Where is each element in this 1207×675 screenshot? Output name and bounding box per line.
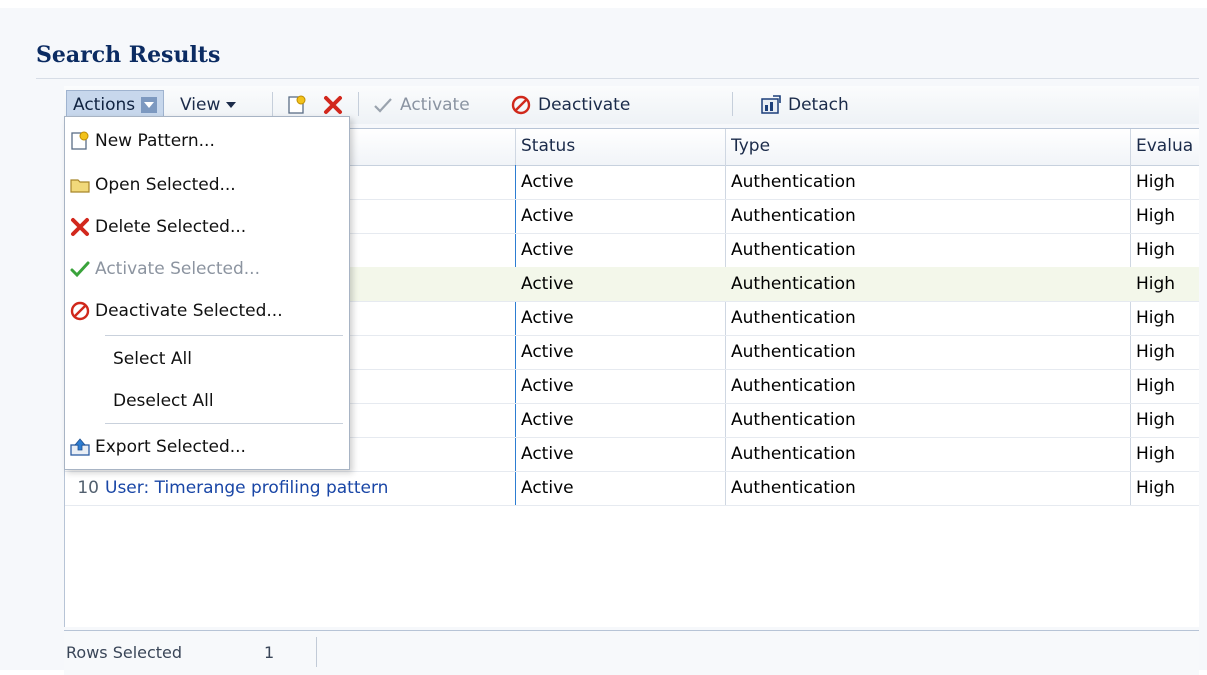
status-cell: Active bbox=[521, 410, 574, 430]
menu-item-new-pattern[interactable]: New Pattern... bbox=[69, 123, 345, 159]
evaluation-cell: High bbox=[1136, 274, 1176, 294]
delete-x-icon bbox=[69, 216, 91, 238]
menu-item-open-selected[interactable]: Open Selected... bbox=[69, 167, 345, 203]
pattern-name-link[interactable]: User: Timerange profiling pattern bbox=[105, 471, 513, 505]
toolbar-divider bbox=[358, 92, 359, 116]
type-cell: Authentication bbox=[731, 376, 856, 396]
column-divider bbox=[1130, 129, 1131, 165]
type-cell: Authentication bbox=[731, 478, 856, 498]
folder-icon bbox=[69, 174, 91, 196]
column-divider bbox=[725, 129, 726, 165]
new-document-icon bbox=[286, 94, 308, 116]
rows-selected-label: Rows Selected bbox=[66, 643, 183, 662]
activate-button[interactable]: Activate bbox=[372, 90, 470, 120]
menu-item-deactivate-selected[interactable]: Deactivate Selected... bbox=[69, 293, 345, 329]
actions-label: Actions bbox=[73, 95, 136, 115]
new-document-icon bbox=[69, 130, 91, 152]
title-divider bbox=[36, 78, 1199, 79]
menu-item-label: New Pattern... bbox=[95, 131, 215, 151]
chevron-down-icon bbox=[226, 102, 237, 108]
status-cell: Active bbox=[521, 274, 574, 294]
type-cell: Authentication bbox=[731, 240, 856, 260]
status-cell: Active bbox=[521, 308, 574, 328]
column-header-status[interactable]: Status bbox=[521, 129, 575, 163]
export-icon bbox=[69, 436, 91, 458]
actions-dropdown-menu: New Pattern... Open Selected... Delete S… bbox=[64, 116, 350, 470]
menu-item-label: Open Selected... bbox=[95, 175, 236, 195]
checkmark-icon bbox=[372, 94, 394, 116]
table-row[interactable]: 10 User: Timerange profiling pattern Act… bbox=[65, 471, 1199, 506]
no-entry-icon bbox=[69, 300, 91, 322]
status-cell: Active bbox=[521, 376, 574, 396]
detach-button[interactable]: Detach bbox=[760, 90, 849, 120]
menu-item-label: Delete Selected... bbox=[95, 217, 247, 237]
type-cell: Authentication bbox=[731, 444, 856, 464]
type-cell: Authentication bbox=[731, 206, 856, 226]
menu-item-label: Deselect All bbox=[113, 391, 214, 411]
evaluation-cell: High bbox=[1136, 308, 1176, 328]
deactivate-label: Deactivate bbox=[538, 95, 631, 115]
evaluation-cell: High bbox=[1136, 342, 1176, 362]
status-cell: Active bbox=[521, 240, 574, 260]
evaluation-cell: High bbox=[1136, 240, 1176, 260]
type-cell: Authentication bbox=[731, 342, 856, 362]
evaluation-cell: High bbox=[1136, 478, 1176, 498]
column-header-evaluation[interactable]: Evalua bbox=[1136, 129, 1193, 163]
menu-item-export-selected[interactable]: Export Selected... bbox=[69, 429, 345, 465]
evaluation-cell: High bbox=[1136, 206, 1176, 226]
rows-selected-count: 1 bbox=[264, 643, 275, 662]
evaluation-cell: High bbox=[1136, 376, 1176, 396]
menu-item-label: Deactivate Selected... bbox=[95, 301, 283, 321]
checkmark-icon bbox=[69, 258, 91, 280]
table-footer: Rows Selected 1 bbox=[64, 630, 1199, 675]
menu-divider bbox=[105, 423, 343, 424]
menu-item-label: Activate Selected... bbox=[95, 259, 260, 279]
status-cell: Active bbox=[521, 206, 574, 226]
deactivate-button[interactable]: Deactivate bbox=[510, 90, 630, 120]
view-label: View bbox=[180, 95, 221, 115]
menu-item-select-all[interactable]: Select All bbox=[69, 341, 345, 377]
menu-item-delete-selected[interactable]: Delete Selected... bbox=[69, 209, 345, 245]
type-cell: Authentication bbox=[731, 274, 856, 294]
menu-divider bbox=[105, 335, 343, 336]
evaluation-cell: High bbox=[1136, 172, 1176, 192]
status-cell: Active bbox=[521, 172, 574, 192]
detach-label: Detach bbox=[788, 95, 849, 115]
type-cell: Authentication bbox=[731, 308, 856, 328]
menu-item-activate-selected[interactable]: Activate Selected... bbox=[69, 251, 345, 287]
menu-item-deselect-all[interactable]: Deselect All bbox=[69, 383, 345, 419]
delete-x-icon bbox=[322, 94, 344, 116]
status-cell: Active bbox=[521, 342, 574, 362]
toolbar-divider bbox=[732, 92, 733, 116]
row-number: 10 bbox=[77, 478, 99, 498]
chevron-down-icon bbox=[141, 97, 158, 113]
evaluation-cell: High bbox=[1136, 410, 1176, 430]
page-title: Search Results bbox=[36, 42, 221, 68]
toolbar-divider bbox=[272, 92, 273, 116]
menu-item-label: Select All bbox=[113, 349, 192, 369]
footer-divider bbox=[316, 637, 317, 667]
menu-item-label: Export Selected... bbox=[95, 437, 246, 457]
type-cell: Authentication bbox=[731, 172, 856, 192]
status-cell: Active bbox=[521, 478, 574, 498]
type-cell: Authentication bbox=[731, 410, 856, 430]
evaluation-cell: High bbox=[1136, 444, 1176, 464]
no-entry-icon bbox=[510, 94, 532, 116]
status-cell: Active bbox=[521, 444, 574, 464]
column-header-type[interactable]: Type bbox=[731, 129, 770, 163]
column-divider bbox=[515, 129, 516, 165]
activate-label: Activate bbox=[400, 95, 470, 115]
detach-icon bbox=[760, 94, 782, 116]
